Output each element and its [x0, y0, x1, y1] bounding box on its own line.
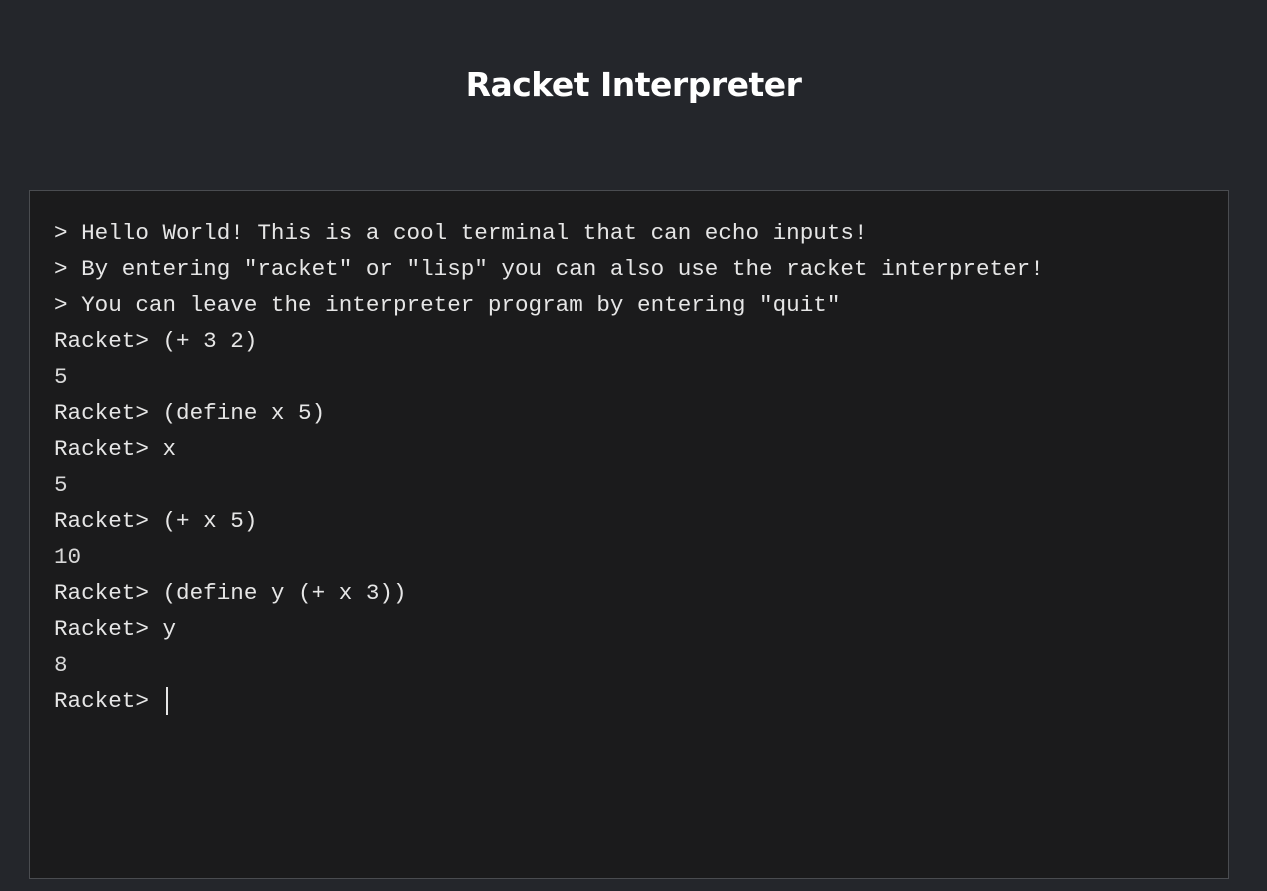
terminal-line-command: Racket> y [54, 616, 177, 642]
terminal-output: > Hello World! This is a cool terminal t… [54, 215, 1212, 719]
terminal-line-command: Racket> (+ x 5) [54, 508, 258, 534]
terminal-line-command: Racket> x [54, 436, 177, 462]
terminal-input[interactable] [168, 683, 1069, 719]
page-title: Racket Interpreter [465, 65, 802, 104]
terminal-window[interactable]: > Hello World! This is a cool terminal t… [29, 190, 1229, 879]
terminal-line-command: Racket> (define x 5) [54, 400, 326, 426]
terminal-line-output: 5 [54, 364, 68, 390]
terminal-line-welcome: > Hello World! This is a cool terminal t… [54, 220, 868, 246]
terminal-line-output: 5 [54, 472, 68, 498]
terminal-line-output: 10 [54, 544, 82, 570]
terminal-line-quit-hint: > You can leave the interpreter program … [54, 292, 841, 318]
terminal-line-command: Racket> (+ 3 2) [54, 328, 258, 354]
terminal-prompt: Racket> [54, 688, 163, 714]
terminal-line-racket-hint: > By entering "racket" or "lisp" you can… [54, 256, 1044, 282]
terminal-line-command: Racket> (define y (+ x 3)) [54, 580, 407, 606]
terminal-line-output: 8 [54, 652, 68, 678]
terminal-prompt-line: Racket> [54, 683, 1212, 719]
